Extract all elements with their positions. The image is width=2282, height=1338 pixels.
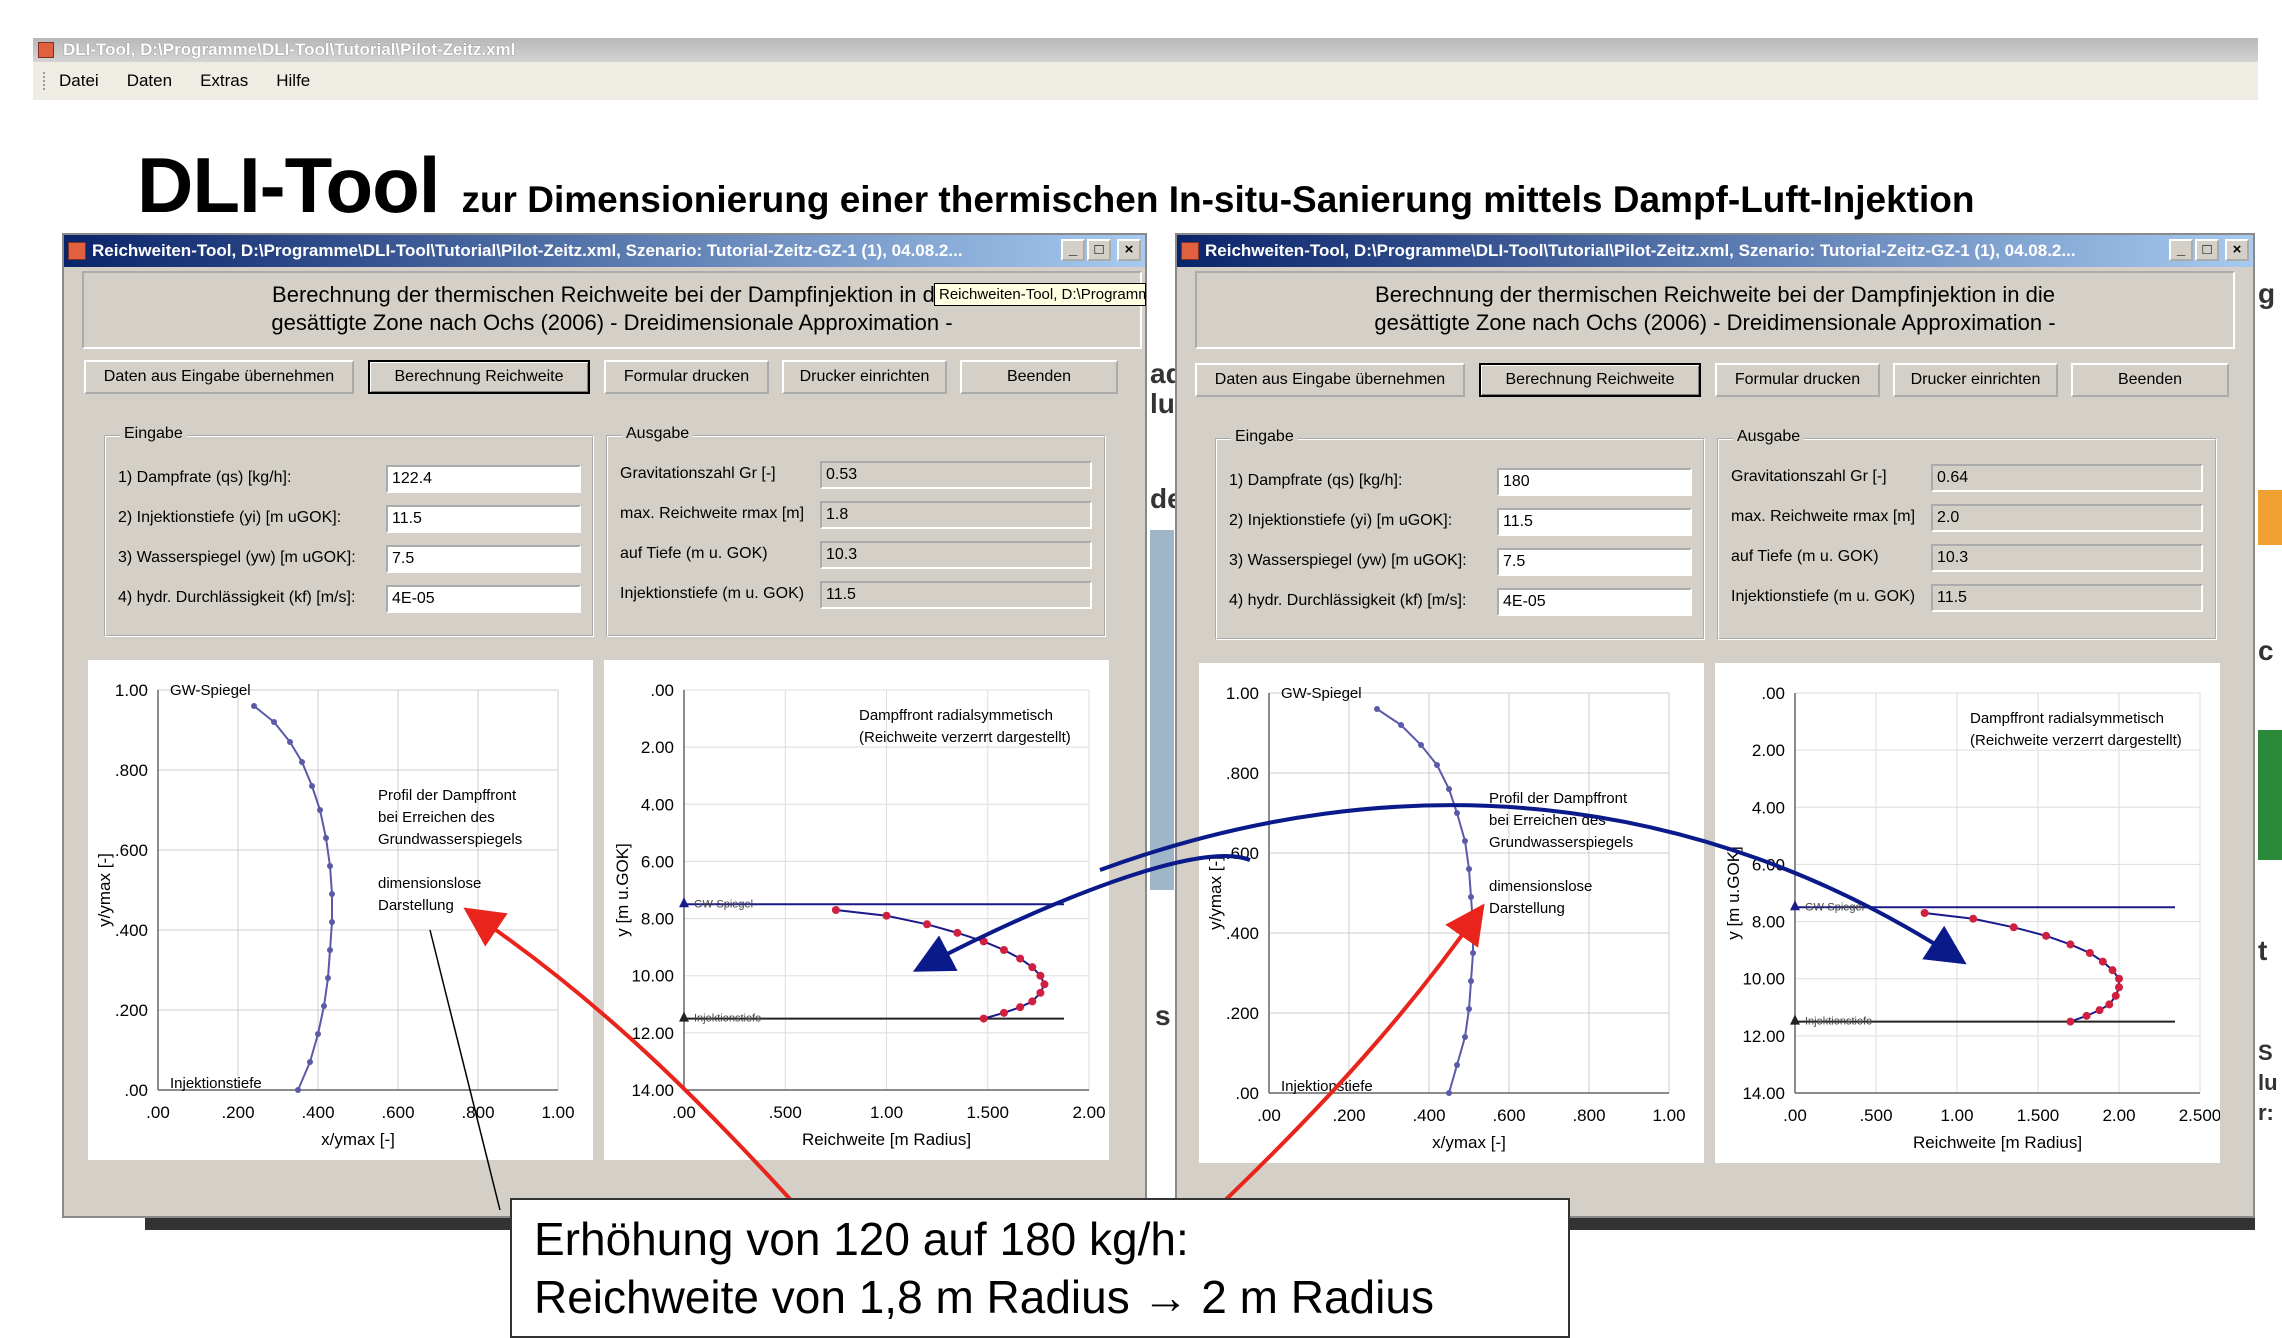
pointer-line <box>429 929 501 1211</box>
callout-line-2: Reichweite von 1,8 m Radius → 2 m Radius <box>534 1271 1434 1323</box>
callout-line-1: Erhöhung von 120 auf 180 kg/h: <box>534 1213 1189 1265</box>
blue-arrow <box>1099 803 1967 965</box>
annotation-arrows <box>429 803 1967 1212</box>
blue-arrow <box>912 854 1251 972</box>
red-arrow <box>463 907 802 1212</box>
red-arrow <box>1213 903 1485 1212</box>
callout-box: Erhöhung von 120 auf 180 kg/h: Reichweit… <box>510 1198 1570 1338</box>
